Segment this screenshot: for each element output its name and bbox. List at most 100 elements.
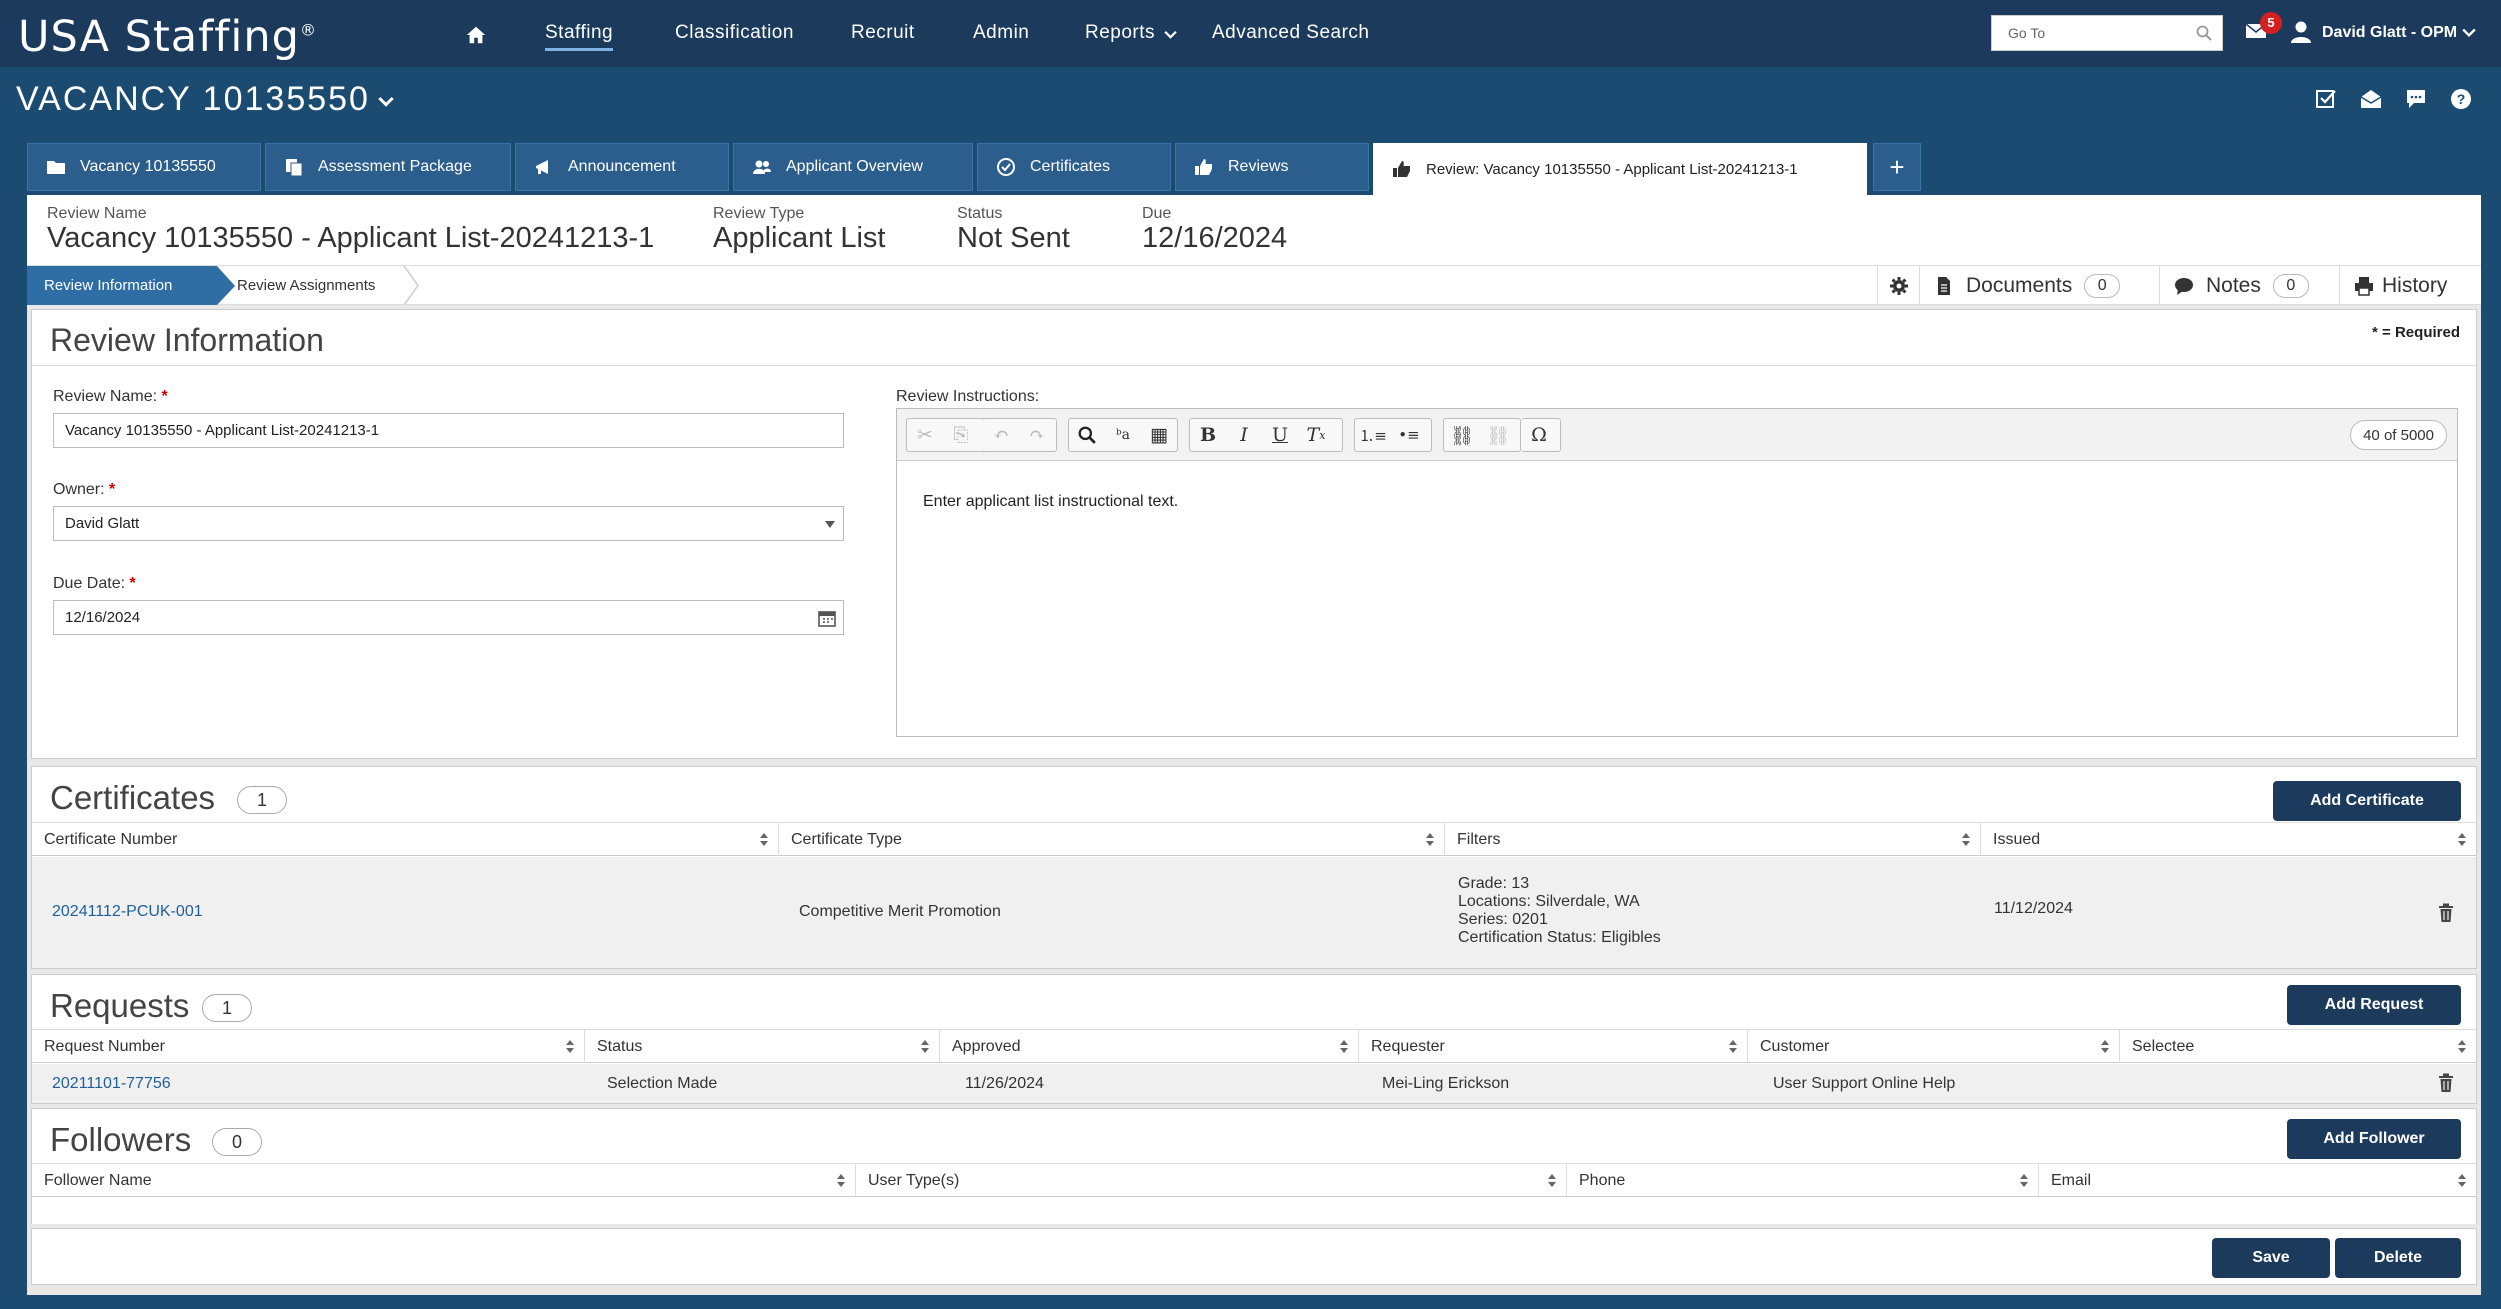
certificate-number-link[interactable]: 20241112-PCUK-001 (52, 903, 203, 921)
bold-icon[interactable]: B (1190, 418, 1226, 452)
certificates-table-header: Certificate Number Certificate Type Filt… (32, 822, 2476, 856)
crumb-review-assignments[interactable]: Review Assignments (237, 277, 375, 294)
instructions-text[interactable]: Enter applicant list instructional text. (923, 493, 1178, 511)
settings-button[interactable] (1877, 266, 1919, 305)
search-icon (2196, 25, 2212, 41)
column-header[interactable]: Issued (1981, 823, 2476, 856)
column-header[interactable]: Certificate Type (779, 823, 1445, 856)
crumb-review-information[interactable]: Review Information (27, 266, 235, 305)
add-request-button[interactable]: Add Request (2287, 985, 2461, 1025)
tab-assessment-package[interactable]: Assessment Package (265, 143, 511, 191)
column-header[interactable]: Selectee (2120, 1030, 2476, 1063)
user-name[interactable]: David Glatt - OPM (2322, 24, 2457, 42)
column-header[interactable]: Phone (1567, 1164, 2039, 1197)
nav-classification[interactable]: Classification (675, 22, 794, 44)
trash-icon[interactable] (2438, 1073, 2454, 1093)
documents-button[interactable]: Documents 0 (1919, 266, 2159, 305)
sort-icon (2458, 1174, 2466, 1187)
review-name-input[interactable]: Vacancy 10135550 - Applicant List-202412… (53, 413, 844, 448)
nav-reports[interactable]: Reports (1085, 22, 1155, 44)
column-header[interactable]: Email (2039, 1164, 2476, 1197)
goto-search-input[interactable]: Go To (1991, 15, 2223, 51)
redo-icon[interactable]: ↷ (1019, 418, 1055, 452)
notes-button[interactable]: Notes 0 (2159, 266, 2339, 305)
nav-recruit[interactable]: Recruit (851, 22, 915, 44)
review-instructions-label: Review Instructions: (896, 388, 1040, 405)
user-icon[interactable] (2290, 20, 2312, 44)
documents-label: Documents (1966, 273, 2073, 297)
svg-text:?: ? (2457, 91, 2466, 107)
nav-advanced-search[interactable]: Advanced Search (1212, 22, 1370, 44)
underline-icon[interactable]: U (1262, 418, 1298, 452)
format-group: B I U Tx (1189, 418, 1343, 452)
add-follower-button[interactable]: Add Follower (2287, 1119, 2461, 1159)
request-number-link[interactable]: 20211101-77756 (52, 1075, 171, 1093)
tab-reviews[interactable]: Reviews (1175, 143, 1369, 191)
tab-certificates[interactable]: Certificates (977, 143, 1171, 191)
certificate-issued: 11/12/2024 (1994, 900, 2073, 917)
chevron-down-icon[interactable] (378, 96, 394, 108)
tab-label: Applicant Overview (786, 158, 923, 175)
unlink-icon[interactable]: ⛓ (1480, 418, 1516, 452)
summary-due-value: 12/16/2024 (1142, 222, 1288, 254)
add-tab-button[interactable]: + (1873, 143, 1921, 191)
bulleted-list-icon[interactable]: •≡ (1391, 418, 1427, 452)
sort-icon (1340, 1040, 1348, 1053)
owner-select[interactable]: David Glatt (53, 506, 844, 541)
replace-icon[interactable]: ᵇa (1105, 418, 1141, 452)
home-icon[interactable] (465, 24, 487, 46)
help-icon[interactable]: ? (2450, 88, 2472, 110)
sort-icon (2101, 1040, 2109, 1053)
italic-icon[interactable]: I (1226, 418, 1262, 452)
nav-staffing[interactable]: Staffing (545, 22, 614, 51)
column-header[interactable]: Filters (1445, 823, 1981, 856)
checkbox-icon[interactable] (2315, 88, 2337, 110)
trash-icon[interactable] (2438, 903, 2454, 923)
character-count: 40 of 5000 (2350, 420, 2447, 450)
review-information-card: Review Information * = Required Review N… (31, 309, 2477, 759)
requests-table-header: Request Number Status Approved Requester… (32, 1029, 2476, 1063)
omega-icon[interactable]: Ω (1521, 418, 1557, 452)
column-header[interactable]: Approved (940, 1030, 1359, 1063)
vacancy-title[interactable]: VACANCY 10135550 (16, 80, 370, 119)
dropdown-arrow-icon (825, 521, 835, 528)
column-header[interactable]: Customer (1748, 1030, 2120, 1063)
check-circle-icon (997, 158, 1015, 176)
calendar-icon[interactable] (817, 608, 837, 628)
find-icon[interactable] (1069, 418, 1105, 452)
chat-icon[interactable] (2405, 88, 2427, 110)
numbered-list-icon[interactable]: ⒈≡ (1355, 418, 1391, 452)
delete-button[interactable]: Delete (2335, 1238, 2461, 1278)
tab-review-active[interactable]: Review: Vacancy 10135550 - Applicant Lis… (1373, 143, 1867, 195)
column-header[interactable]: Status (585, 1030, 940, 1063)
save-button[interactable]: Save (2212, 1238, 2330, 1278)
tab-announcement[interactable]: Announcement (515, 143, 729, 191)
column-header[interactable]: Request Number (32, 1030, 585, 1063)
due-date-input[interactable]: 12/16/2024 (53, 600, 844, 635)
open-mail-icon[interactable] (2360, 88, 2382, 110)
nav-admin[interactable]: Admin (973, 22, 1029, 44)
link-icon[interactable]: ⛓ (1444, 418, 1480, 452)
document-icon (1938, 276, 1950, 295)
add-certificate-button[interactable]: Add Certificate (2273, 781, 2461, 821)
cut-icon[interactable]: ✂ (907, 418, 943, 452)
review-panel: Review Name Vacancy 10135550 - Applicant… (27, 195, 2481, 1295)
select-all-icon[interactable]: ▦ (1141, 418, 1177, 452)
column-header[interactable]: Follower Name (32, 1164, 856, 1197)
instructions-editor[interactable]: ✂ ⎘ ↶ ↷ ᵇa ▦ B I U Tx ⒈≡ •≡ ⛓ ⛓ Ω 40 of … (896, 408, 2458, 737)
megaphone-icon (536, 160, 548, 174)
tab-label: Certificates (1030, 158, 1111, 175)
chevron-down-icon[interactable] (1164, 30, 1177, 40)
column-header[interactable]: User Type(s) (856, 1164, 1567, 1197)
undo-icon[interactable]: ↶ (983, 418, 1019, 452)
table-row: 20241112-PCUK-001 Competitive Merit Prom… (32, 857, 2476, 968)
remove-format-icon[interactable]: Tx (1298, 418, 1334, 452)
copy-icon[interactable]: ⎘ (943, 418, 979, 452)
brand-logo[interactable]: USA Staffing® (18, 12, 317, 62)
column-header[interactable]: Certificate Number (32, 823, 779, 856)
tab-applicant-overview[interactable]: Applicant Overview (733, 143, 973, 191)
chevron-down-icon[interactable] (2462, 27, 2476, 39)
column-header[interactable]: Requester (1359, 1030, 1748, 1063)
tab-vacancy[interactable]: Vacancy 10135550 (27, 143, 261, 191)
history-button[interactable]: History (2339, 266, 2481, 305)
